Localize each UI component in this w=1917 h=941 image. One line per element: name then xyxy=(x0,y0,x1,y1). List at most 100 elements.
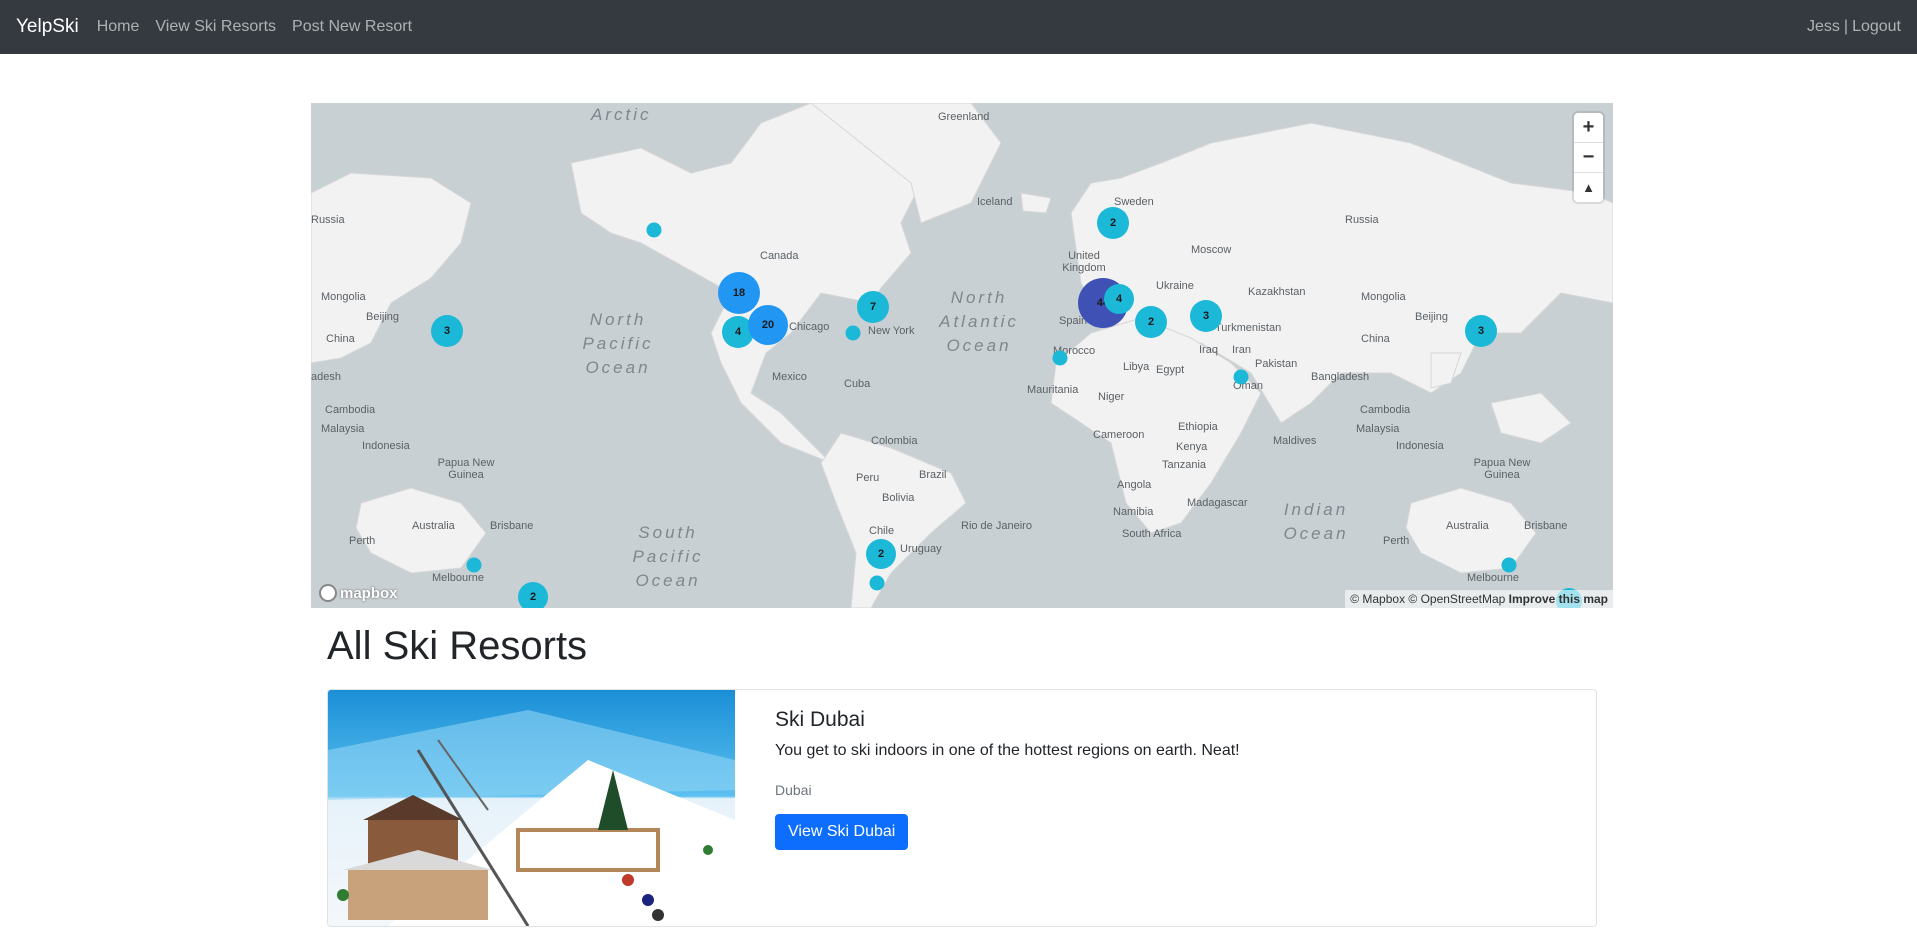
label-mongolia-right: Mongolia xyxy=(1361,291,1406,303)
label-beijing-right: Beijing xyxy=(1415,311,1449,323)
label-peru: Peru xyxy=(856,472,880,484)
label-brisbane-right: Brisbane xyxy=(1524,520,1568,532)
map-cluster[interactable]: 20 xyxy=(748,305,788,345)
nav-home-link[interactable]: Home xyxy=(97,18,140,36)
zoom-in-button[interactable]: + xyxy=(1574,113,1603,143)
nav-view-resorts-link[interactable]: View Ski Resorts xyxy=(155,18,276,36)
map-marker[interactable] xyxy=(1052,350,1068,366)
label-bolivia: Bolivia xyxy=(882,492,915,504)
ocean-label-south-pacific: South Pacific Ocean xyxy=(632,523,704,590)
label-perth-left: Perth xyxy=(349,535,376,547)
resort-card: Ski Dubai You get to ski indoors in one … xyxy=(327,689,1597,927)
separator: | xyxy=(1843,18,1849,35)
label-kenya: Kenya xyxy=(1176,441,1208,453)
map-marker[interactable] xyxy=(1233,369,1249,385)
label-chicago: Chicago xyxy=(789,321,830,333)
resort-card-body: Ski Dubai You get to ski indoors in one … xyxy=(735,690,1280,926)
ocean-label-north-atlantic: North Atlantic Ocean xyxy=(939,288,1019,355)
mapbox-logo[interactable]: mapbox xyxy=(319,584,398,602)
label-melbourne-left: Melbourne xyxy=(432,572,484,584)
label-perth-right: Perth xyxy=(1383,535,1410,547)
label-uk: United Kingdom xyxy=(1062,250,1106,274)
map-cluster[interactable]: 3 xyxy=(431,315,463,347)
map-cluster[interactable]: 7 xyxy=(857,291,889,323)
label-china-right: China xyxy=(1361,333,1390,345)
label-iceland: Iceland xyxy=(977,196,1013,208)
compass-button[interactable]: ▲ xyxy=(1574,173,1603,202)
resort-map[interactable]: Arctic North Pacific Ocean North Atlanti… xyxy=(311,103,1613,608)
label-cambodia-right: Cambodia xyxy=(1360,404,1411,416)
map-marker[interactable] xyxy=(845,325,861,341)
label-chile: Chile xyxy=(869,525,895,537)
label-mongolia-left: Mongolia xyxy=(321,291,366,303)
map-cluster[interactable]: 2 xyxy=(518,582,548,608)
label-south-africa: South Africa xyxy=(1122,528,1182,540)
label-melbourne-right: Melbourne xyxy=(1467,572,1519,584)
logout-link[interactable]: Logout xyxy=(1852,18,1901,36)
label-bangladesh: Bangladesh xyxy=(1311,371,1370,383)
label-colombia: Colombia xyxy=(871,435,918,447)
mapbox-logo-text: mapbox xyxy=(340,584,398,602)
label-namibia: Namibia xyxy=(1113,506,1154,518)
label-china-left: China xyxy=(326,333,355,345)
ski-dubai-photo xyxy=(328,690,735,926)
label-cambodia-left: Cambodia xyxy=(325,404,376,416)
ocean-label-indian: Indian Ocean xyxy=(1283,500,1349,543)
label-angola: Angola xyxy=(1117,479,1152,491)
label-iran: Iran xyxy=(1232,344,1251,356)
map-cluster[interactable]: 2 xyxy=(866,539,896,569)
label-maldives: Maldives xyxy=(1273,435,1317,447)
map-marker[interactable] xyxy=(466,557,482,573)
label-beijing-left: Beijing xyxy=(366,311,400,323)
map-controls: + − ▲ xyxy=(1574,113,1603,202)
brand-link[interactable]: YelpSki xyxy=(16,16,79,38)
map-marker[interactable] xyxy=(646,222,662,238)
resort-title: Ski Dubai xyxy=(775,708,865,731)
label-russia-right: Russia xyxy=(1345,214,1379,226)
label-kazakhstan: Kazakhstan xyxy=(1248,286,1306,298)
label-egypt: Egypt xyxy=(1156,364,1185,376)
map-cluster[interactable]: 4 xyxy=(1104,284,1134,314)
label-canada: Canada xyxy=(760,250,799,262)
map-cluster[interactable]: 2 xyxy=(1135,306,1167,338)
label-brisbane-left: Brisbane xyxy=(490,520,534,532)
map-cluster[interactable]: 2 xyxy=(1097,207,1129,239)
label-niger: Niger xyxy=(1098,391,1125,403)
label-png-right: Papua New Guinea xyxy=(1473,457,1531,481)
label-mauritania: Mauritania xyxy=(1027,384,1079,396)
map-marker[interactable] xyxy=(1501,557,1517,573)
label-cuba: Cuba xyxy=(844,378,871,390)
attribution-text[interactable]: © Mapbox © OpenStreetMap xyxy=(1350,592,1505,606)
label-rio: Rio de Janeiro xyxy=(961,520,1032,532)
label-turkmenistan: Turkmenistan xyxy=(1215,322,1282,334)
label-brazil: Brazil xyxy=(919,469,947,481)
label-iraq: Iraq xyxy=(1199,344,1218,356)
zoom-out-button[interactable]: − xyxy=(1574,143,1603,173)
label-russia-left: Russia xyxy=(311,214,345,226)
label-greenland: Greenland xyxy=(938,111,990,123)
resort-image xyxy=(328,690,735,926)
view-resort-button[interactable]: View Ski Dubai xyxy=(775,814,909,850)
label-australia-right: Australia xyxy=(1446,520,1489,532)
improve-map-link[interactable]: Improve this map xyxy=(1509,592,1608,606)
mapbox-icon xyxy=(319,584,337,602)
label-mexico: Mexico xyxy=(772,371,807,383)
label-moscow: Moscow xyxy=(1191,244,1232,256)
label-ethiopia: Ethiopia xyxy=(1178,421,1218,433)
map-cluster[interactable]: 18 xyxy=(718,272,760,314)
resort-description: You get to ski indoors in one of the hot… xyxy=(775,742,1240,759)
label-new-york: New York xyxy=(868,325,915,337)
map-marker[interactable] xyxy=(869,575,885,591)
label-uruguay: Uruguay xyxy=(900,543,942,555)
label-malaysia-left: Malaysia xyxy=(321,423,365,435)
map-cluster[interactable]: 3 xyxy=(1190,300,1222,332)
label-tanzania: Tanzania xyxy=(1162,459,1207,471)
user-name: Jess xyxy=(1807,18,1840,35)
label-libya: Libya xyxy=(1123,361,1150,373)
nav-post-resort-link[interactable]: Post New Resort xyxy=(292,18,412,36)
resort-location: Dubai xyxy=(775,782,812,798)
label-sweden: Sweden xyxy=(1114,196,1154,208)
user-menu: Jess | Logout xyxy=(1807,0,1901,54)
map-cluster[interactable]: 3 xyxy=(1465,315,1497,347)
label-cameroon: Cameroon xyxy=(1093,429,1145,441)
